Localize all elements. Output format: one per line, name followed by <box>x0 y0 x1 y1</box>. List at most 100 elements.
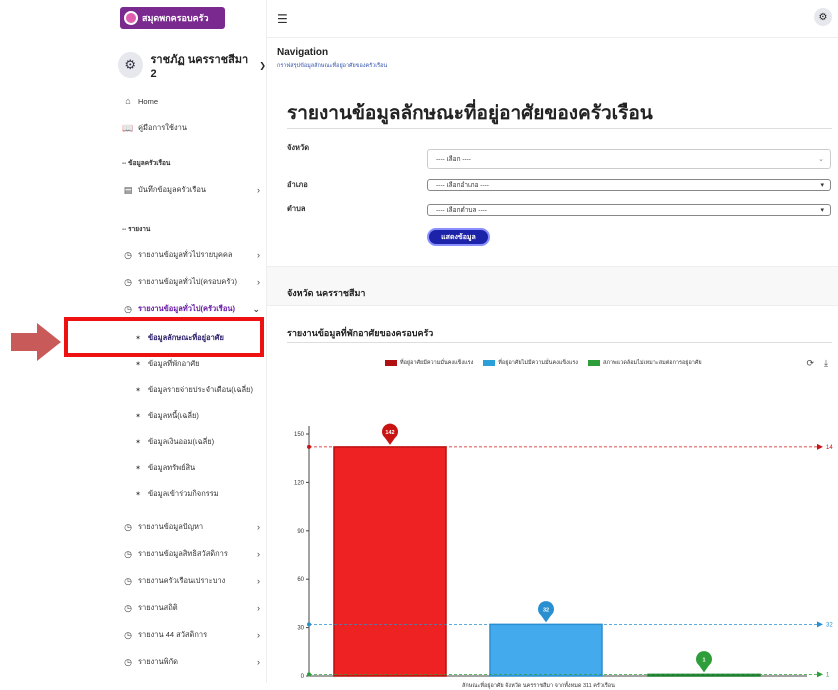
book-icon: 📖 <box>122 122 134 133</box>
reference-arrow <box>817 621 823 628</box>
subdistrict-value: ---- เลือกตำบล ---- <box>436 207 487 214</box>
reference-dot <box>307 672 311 677</box>
main-content: Navigation กราฟสรุปข้อมูลลักษณะที่อยู่อา… <box>267 38 838 689</box>
bullet-icon: ✶ <box>135 387 141 394</box>
clock-icon: ◷ <box>124 548 132 559</box>
app-logo[interactable]: สมุดพกครอบครัว <box>120 7 225 29</box>
sidebar-subitem-expense[interactable]: ✶ ข้อมูลรายจ่ายประจำเดือน(เฉลี่ย) <box>132 381 264 399</box>
sidebar-item-report-family[interactable]: ◷ รายงานข้อมูลทั่วไป(ครอบครัว) › <box>122 273 262 291</box>
housing-chart: ที่อยู่อาศัยมีความมั่นคงแข็งแรง ที่อยู่อ… <box>267 348 838 689</box>
sidebar-item-home[interactable]: ⌂ Home <box>122 92 262 110</box>
sidebar-subitem-debt[interactable]: ✶ ข้อมูลหนี้(เฉลี่ย) <box>132 407 264 425</box>
section-family: -- ข้อมูลครัวเรือน <box>122 160 171 167</box>
sidebar-subitem-assets[interactable]: ✶ ข้อมูลทรัพย์สิน <box>132 459 264 477</box>
sidebar-item-label: ข้อมูลที่พักอาศัย <box>148 359 200 368</box>
reference-arrow <box>817 671 823 678</box>
user-avatar-icon[interactable]: ⚙ <box>814 8 832 26</box>
sidebar-item-report-household[interactable]: ◷ รายงานข้อมูลทั่วไป(ครัวเรือน) ⌄ <box>122 300 262 318</box>
sidebar-item-label: รายงานข้อมูลสิทธิสวัสดิการ <box>138 549 228 558</box>
sidebar-item-report-stats[interactable]: ◷ รายงานสถิติ › <box>122 599 262 617</box>
clock-icon: ◷ <box>124 629 132 640</box>
page-title: รายงานข้อมูลลักษณะที่อยู่อาศัยของครัวเรื… <box>287 103 653 124</box>
home-icon: ⌂ <box>125 96 131 106</box>
clock-icon: ◷ <box>124 575 132 586</box>
sidebar-item-label: คู่มือการใช้งาน <box>138 123 187 132</box>
clock-icon: ◷ <box>124 521 132 532</box>
top-bar: ☰ ⚙ <box>267 0 838 38</box>
sidebar-item-label: รายงานสถิติ <box>138 603 178 612</box>
value-label: 142 <box>385 430 394 436</box>
y-tick-label: 90 <box>297 529 304 535</box>
value-label: 1 <box>702 657 705 663</box>
sidebar-item-report-problem[interactable]: ◷ รายงานข้อมูลปัญหา › <box>122 518 262 536</box>
sidebar-item-label: ข้อมูลรายจ่ายประจำเดือน(เฉลี่ย) <box>148 385 253 394</box>
clock-icon: ◷ <box>124 249 132 260</box>
menu-icon[interactable]: ☰ <box>277 12 288 26</box>
breadcrumb-title: Navigation <box>277 47 329 58</box>
bar <box>489 623 603 677</box>
chevron-right-icon: › <box>257 277 260 287</box>
user-menu[interactable]: ⚙ ราชภัฏ นครราชสีมา 2 ❯ <box>118 50 266 80</box>
database-icon: ▤ <box>123 184 133 195</box>
y-tick-label: 120 <box>294 480 305 486</box>
reference-arrow <box>817 443 823 450</box>
show-data-button[interactable]: แสดงข้อมูล <box>427 228 490 246</box>
sidebar-subitem-residence[interactable]: ✶ ข้อมูลที่พักอาศัย <box>132 355 264 373</box>
chevron-right-icon: › <box>257 630 260 640</box>
logo-icon <box>124 11 138 25</box>
sidebar-item-report-vulnerable[interactable]: ◷ รายงานครัวเรือนเปราะบาง › <box>122 572 262 590</box>
chevron-right-icon: › <box>257 657 260 667</box>
sidebar-item-label: ข้อมูลหนี้(เฉลี่ย) <box>148 411 199 420</box>
divider <box>287 128 832 129</box>
bullet-icon: ✶ <box>135 465 141 472</box>
clock-icon: ◷ <box>124 276 132 287</box>
y-tick-label: 60 <box>297 577 304 583</box>
chevron-down-icon: ⌄ <box>252 303 260 314</box>
breadcrumb[interactable]: กราฟสรุปข้อมูลลักษณะที่อยู่อาศัยของครัวเ… <box>277 62 387 70</box>
sidebar-item-manual[interactable]: 📖 คู่มือการใช้งาน <box>122 119 262 137</box>
province-select[interactable]: ---- เลือก ---- ⌄ <box>427 149 831 169</box>
highlight-box <box>64 317 264 357</box>
chevron-right-icon: › <box>257 603 260 613</box>
clock-icon: ◷ <box>124 602 132 613</box>
sidebar-item-report-person[interactable]: ◷ รายงานข้อมูลทั่วไปรายบุคคล › <box>122 246 262 264</box>
sidebar-item-label: บันทึกข้อมูลครัวเรือน <box>138 185 207 194</box>
user-name: ราชภัฏ นครราชสีมา 2 <box>150 54 249 80</box>
sidebar-item-report-location[interactable]: ◷ รายงานพิกัด › <box>122 653 262 671</box>
chevron-right-icon: › <box>257 250 260 260</box>
y-tick-label: 150 <box>294 432 305 438</box>
y-tick-label: 0 <box>301 674 305 680</box>
sidebar-subitem-savings[interactable]: ✶ ข้อมูลเงินออม(เฉลี่ย) <box>132 433 264 451</box>
chevron-down-icon: ❯ <box>259 60 266 70</box>
chevron-right-icon: › <box>257 549 260 559</box>
sidebar-item-label: รายงานข้อมูลทั่วไป(ครอบครัว) <box>138 277 238 286</box>
bullet-icon: ✶ <box>135 491 141 498</box>
bullet-icon: ✶ <box>135 361 141 368</box>
report-heading: รายงานข้อมูลที่พักอาศัยของครอบครัว <box>287 328 434 338</box>
province-heading: จังหวัด นครราชสีมา <box>287 288 366 298</box>
x-axis-label: ลักษณะที่อยู่อาศัย จังหวัด นครราชสีมา จา… <box>462 683 615 689</box>
district-value: ---- เลือกอำเภอ ---- <box>436 182 489 189</box>
sidebar-item-record-family[interactable]: ▤ บันทึกข้อมูลครัวเรือน › <box>122 181 262 199</box>
clock-icon: ◷ <box>124 303 132 314</box>
chevron-right-icon: › <box>257 576 260 586</box>
chevron-right-icon: › <box>257 522 260 532</box>
sidebar-item-label: Home <box>138 96 159 106</box>
subdistrict-select[interactable]: ---- เลือกตำบล ---- ▾ <box>427 204 831 216</box>
chart-plot: 0 30 60 90 120 150 142 14 32 32 1 1 <box>294 423 833 680</box>
pointer-arrow-icon <box>11 323 61 361</box>
sidebar-item-label: รายงานพิกัด <box>138 657 178 666</box>
district-select[interactable]: ---- เลือกอำเภอ ---- ▾ <box>427 179 831 191</box>
sidebar-item-label: รายงานครัวเรือนเปราะบาง <box>138 576 226 585</box>
reference-label: 14 <box>826 445 833 451</box>
sidebar-item-label: ข้อมูลเข้าร่วมกิจกรรม <box>148 489 219 498</box>
sidebar-subitem-activity[interactable]: ✶ ข้อมูลเข้าร่วมกิจกรรม <box>132 485 264 503</box>
sidebar-item-label: รายงาน 44 สวัสดิการ <box>138 630 208 639</box>
district-label: อำเภอ <box>287 180 308 189</box>
sidebar-item-label: รายงานข้อมูลทั่วไปรายบุคคล <box>138 250 233 259</box>
sidebar-item-report-welfare[interactable]: ◷ รายงานข้อมูลสิทธิสวัสดิการ › <box>122 545 262 563</box>
bar <box>333 446 447 677</box>
sidebar-item-label: รายงานข้อมูลปัญหา <box>138 522 204 531</box>
value-label: 32 <box>543 607 549 613</box>
sidebar-item-report-44[interactable]: ◷ รายงาน 44 สวัสดิการ › <box>122 626 262 644</box>
